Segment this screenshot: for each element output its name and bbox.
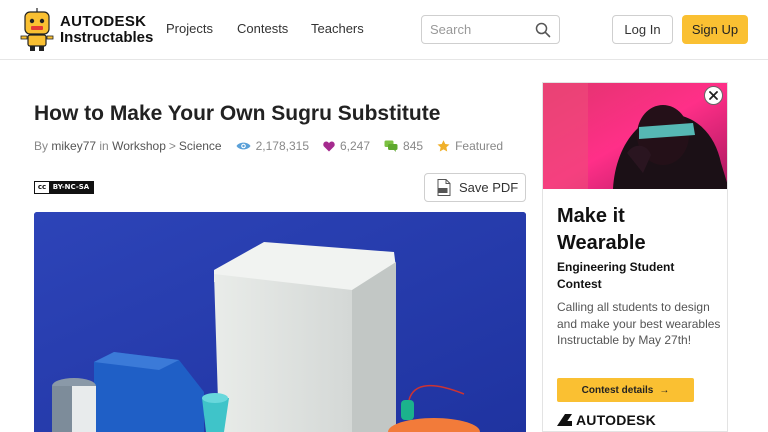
breadcrumb-separator: > xyxy=(168,139,176,153)
ad-close-button[interactable] xyxy=(704,86,723,105)
favorites-count: 6,247 xyxy=(340,139,371,153)
ad-subhead: Engineering Student Contest xyxy=(557,260,675,291)
comments-count: 845 xyxy=(403,139,424,153)
comments-stat: 845 xyxy=(384,139,423,153)
comments-icon xyxy=(384,140,398,152)
search-icon[interactable] xyxy=(535,22,551,38)
logo-line-autodesk: AUTODESK xyxy=(60,13,147,30)
close-icon xyxy=(709,91,718,100)
robot-logo-icon xyxy=(20,8,54,51)
views-stat: 2,178,315 xyxy=(236,139,309,153)
site-logo[interactable]: AUTODESK Instructables xyxy=(20,8,153,52)
pdf-file-icon xyxy=(437,179,451,196)
arrow-right-icon: → xyxy=(659,384,670,396)
license-text: BY-NC-SA xyxy=(49,182,93,193)
save-pdf-label: Save PDF xyxy=(459,180,519,195)
category-link[interactable]: Workshop xyxy=(112,139,166,153)
login-button[interactable]: Log In xyxy=(612,15,673,44)
search-box xyxy=(421,15,560,44)
article-title: How to Make Your Own Sugru Substitute xyxy=(34,102,441,125)
in-label: in xyxy=(99,139,109,153)
nav-projects[interactable]: Projects xyxy=(166,21,213,36)
eye-icon xyxy=(236,142,251,150)
signup-button[interactable]: Sign Up xyxy=(682,15,748,44)
by-label: By xyxy=(34,139,49,153)
featured-stat: Featured xyxy=(437,139,503,153)
author-link[interactable]: mikey77 xyxy=(51,139,96,153)
featured-label: Featured xyxy=(455,139,504,153)
contest-ad[interactable]: Make it Wearable Engineering Student Con… xyxy=(542,82,728,432)
ad-image xyxy=(543,83,727,189)
star-icon xyxy=(437,140,450,152)
nav-contests[interactable]: Contests xyxy=(237,21,288,36)
views-count: 2,178,315 xyxy=(255,139,309,153)
heart-icon xyxy=(323,141,335,151)
favorites-stat: 6,247 xyxy=(323,139,370,153)
nav-teachers[interactable]: Teachers xyxy=(311,21,364,36)
autodesk-logo-icon xyxy=(557,414,572,426)
autodesk-brand: AUTODESK xyxy=(557,412,656,428)
sugru-photo xyxy=(34,212,526,432)
hero-image xyxy=(34,212,526,432)
contest-details-button[interactable]: Contest details → xyxy=(557,378,694,402)
contest-details-label: Contest details xyxy=(581,384,654,396)
article-meta: By mikey77 in Workshop > Science 2,178,3… xyxy=(34,139,503,153)
ad-headline-line2: Wearable xyxy=(557,232,646,254)
search-input[interactable] xyxy=(430,16,540,43)
logo-line-instructables: Instructables xyxy=(60,29,154,46)
ad-headline: Make it Wearable xyxy=(557,203,646,257)
save-pdf-button[interactable]: Save PDF xyxy=(424,173,526,202)
cc-icon: cc xyxy=(35,182,49,193)
autodesk-brand-text: AUTODESK xyxy=(576,412,656,428)
ad-headline-line1: Make it xyxy=(557,205,625,227)
ad-body: Calling all students to design and make … xyxy=(557,300,721,347)
license-badge[interactable]: cc BY-NC-SA xyxy=(34,181,94,194)
subcategory-link[interactable]: Science xyxy=(179,139,222,153)
top-bar: AUTODESK Instructables Projects Contests… xyxy=(0,0,768,60)
